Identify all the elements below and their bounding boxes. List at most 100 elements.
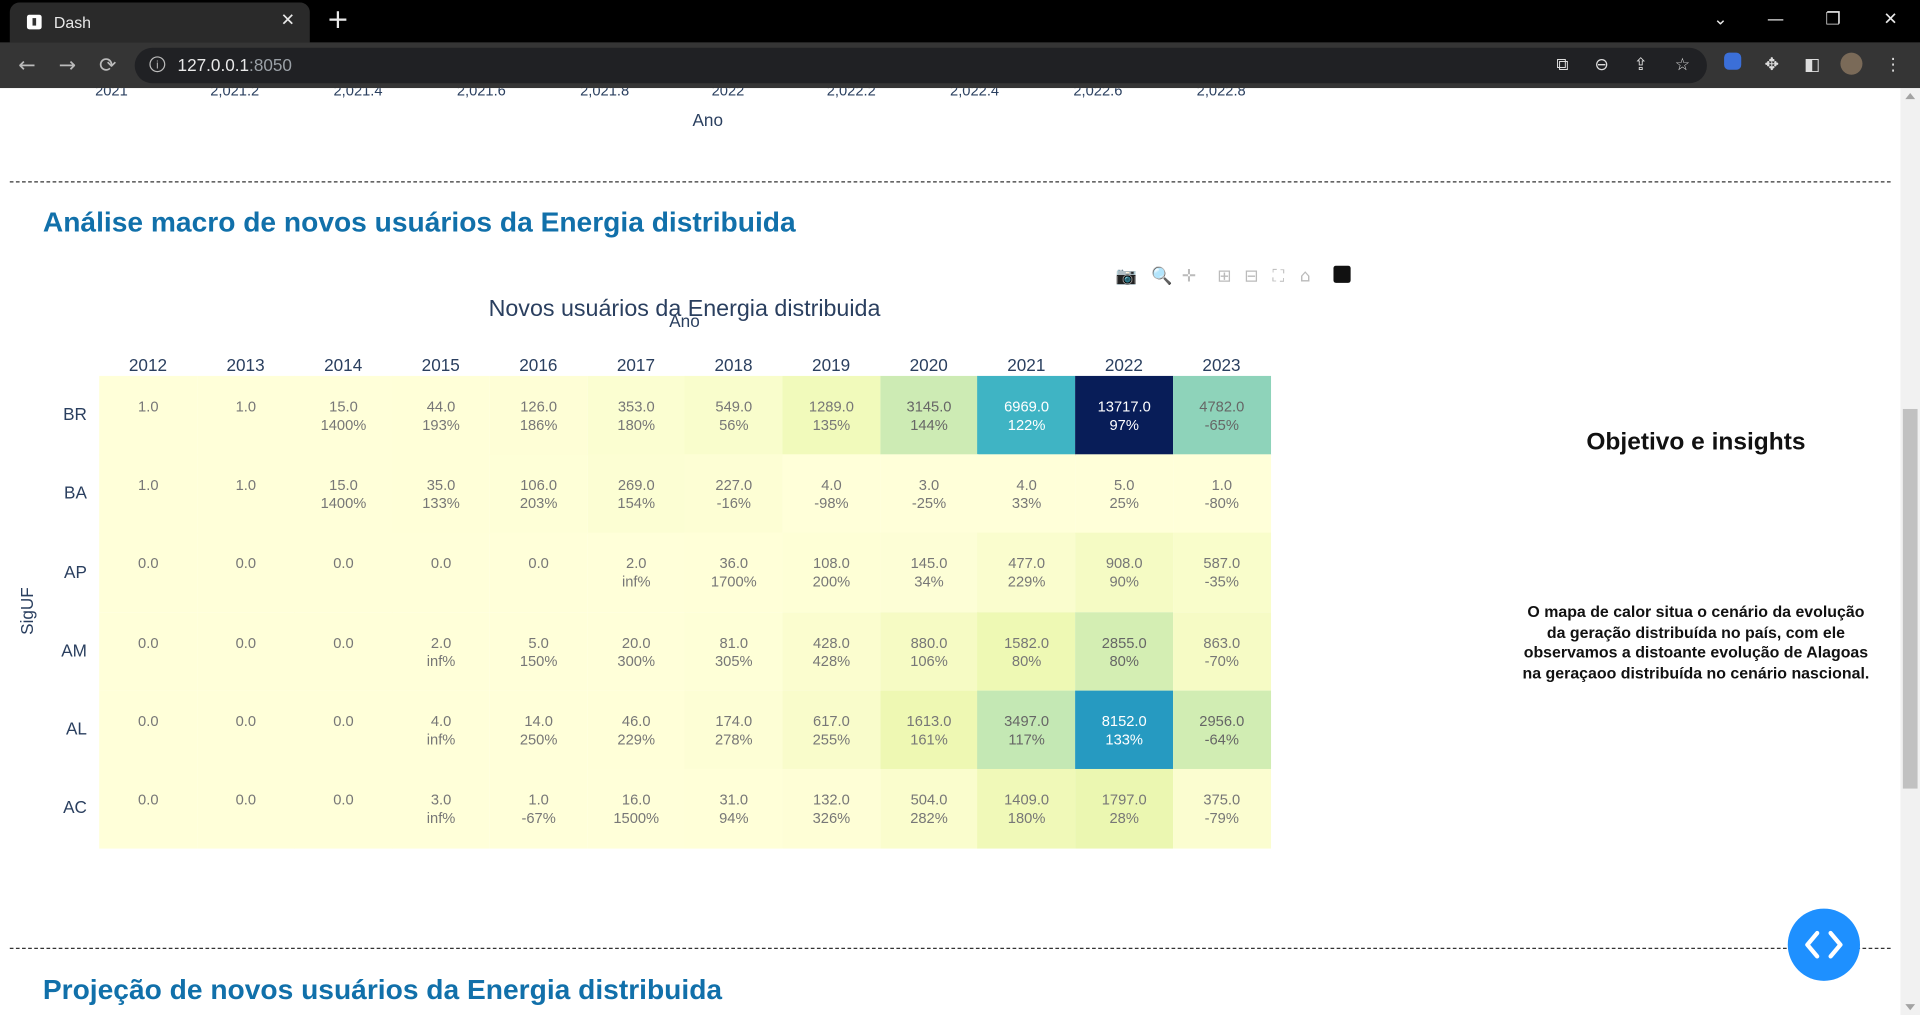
pan-icon[interactable]: ✛ [1178, 266, 1200, 288]
heatmap-cell[interactable]: 3145.0 144% [879, 375, 979, 456]
scrollbar-thumb[interactable] [1902, 408, 1918, 789]
close-window-button[interactable]: ✕ [1872, 5, 1909, 34]
heatmap-cell[interactable]: 353.0 180% [587, 375, 686, 456]
heatmap-cell[interactable]: 106.0 203% [489, 454, 588, 534]
heatmap-cell[interactable]: 4.0 inf% [391, 690, 491, 770]
heatmap-cell[interactable]: 20.0 300% [587, 611, 686, 691]
heatmap-cell[interactable]: 0.0 [294, 611, 393, 691]
zoom-in-icon[interactable]: ⊞ [1213, 266, 1235, 288]
heatmap-cell[interactable]: 0.0 [196, 533, 295, 613]
side-panel-icon[interactable]: ◧ [1800, 53, 1824, 77]
heatmap-cell[interactable]: 81.0 305% [684, 611, 783, 691]
heatmap-cell[interactable]: 1.0 [99, 454, 198, 534]
heatmap-cell[interactable]: 269.0 154% [587, 454, 686, 534]
heatmap-cell[interactable]: 3.0 inf% [391, 768, 491, 849]
heatmap-cell[interactable]: 8152.0 133% [1075, 690, 1174, 770]
heatmap-cell[interactable]: 0.0 [294, 533, 393, 613]
heatmap-cell[interactable]: 46.0 229% [587, 690, 686, 770]
heatmap-cell[interactable]: 0.0 [99, 533, 198, 613]
profile-avatar[interactable] [1839, 52, 1863, 77]
heatmap-cell[interactable]: 617.0 255% [782, 690, 881, 770]
heatmap-cell[interactable]: 880.0 106% [879, 611, 979, 691]
zoom-out-icon[interactable]: ⊟ [1240, 266, 1262, 288]
heatmap-cell[interactable]: 1289.0 135% [782, 375, 881, 456]
heatmap-cell[interactable]: 2956.0 -64% [1172, 690, 1271, 770]
heatmap-cell[interactable]: 1.0 [99, 375, 198, 456]
tab-search-icon[interactable]: ⌄ [1702, 5, 1739, 34]
heatmap-cell[interactable]: 227.0 -16% [684, 454, 783, 534]
reload-icon[interactable]: ⟳ [92, 50, 124, 82]
heatmap-cell[interactable]: 908.0 90% [1075, 533, 1174, 613]
site-info-icon[interactable]: i [149, 56, 166, 73]
heatmap-cell[interactable]: 1797.0 28% [1075, 768, 1174, 849]
heatmap-cell[interactable]: 1409.0 180% [977, 768, 1076, 849]
heatmap-cell[interactable]: 0.0 [99, 611, 198, 691]
heatmap-cell[interactable]: 863.0 -70% [1172, 611, 1271, 691]
heatmap-cell[interactable]: 0.0 [99, 690, 198, 770]
heatmap-cell[interactable]: 1.0 -67% [489, 768, 588, 849]
heatmap-cell[interactable]: 0.0 [99, 768, 198, 849]
heatmap-cell[interactable]: 36.0 1700% [684, 533, 783, 613]
heatmap-cell[interactable]: 0.0 [489, 533, 588, 613]
heatmap-cell[interactable]: 35.0 133% [391, 454, 491, 534]
heatmap-cell[interactable]: 3.0 -25% [879, 454, 979, 534]
heatmap-cell[interactable]: 15.0 1400% [294, 375, 393, 456]
browser-menu-icon[interactable]: ⋮ [1881, 53, 1905, 77]
plotly-logo[interactable] [1331, 265, 1353, 288]
address-bar[interactable]: i 127.0.0.1:8050 ⧉ ⊖ ⇪ ☆ [134, 47, 1707, 84]
tab-close-icon[interactable]: ✕ [276, 9, 300, 33]
zoom-icon[interactable]: 🔍 [1151, 266, 1173, 288]
translate-icon[interactable]: ⧉ [1550, 53, 1574, 77]
browser-tab[interactable]: ▮ Dash ✕ [9, 2, 310, 43]
heatmap-cell[interactable]: 4.0 33% [977, 454, 1076, 534]
page-scrollbar[interactable] [1900, 88, 1920, 1015]
heatmap-cell[interactable]: 6969.0 122% [977, 375, 1076, 456]
heatmap-cell[interactable]: 1613.0 161% [879, 690, 979, 770]
heatmap-cell[interactable]: 0.0 [294, 690, 393, 770]
heatmap-cell[interactable]: 14.0 250% [489, 690, 588, 770]
heatmap-cell[interactable]: 0.0 [391, 533, 491, 613]
heatmap-cell[interactable]: 0.0 [196, 768, 295, 849]
heatmap-cell[interactable]: 16.0 1500% [587, 768, 686, 849]
forward-icon[interactable]: → [51, 50, 83, 82]
share-icon[interactable]: ⇪ [1629, 53, 1653, 77]
heatmap-cell[interactable]: 1582.0 80% [977, 611, 1076, 691]
zoom-out-icon[interactable]: ⊖ [1589, 53, 1613, 77]
autoscale-icon[interactable]: ⛶ [1267, 266, 1289, 288]
camera-icon[interactable]: 📷 [1116, 266, 1138, 288]
heatmap-cell[interactable]: 2.0 inf% [587, 533, 686, 613]
reset-axes-icon[interactable]: ⌂ [1294, 266, 1316, 288]
heatmap-cell[interactable]: 2.0 inf% [391, 611, 491, 691]
heatmap-cell[interactable]: 1.0 [196, 375, 295, 456]
scroll-down-arrow-icon[interactable] [1905, 1004, 1916, 1011]
heatmap-cell[interactable]: 44.0 193% [391, 375, 491, 456]
heatmap-cell[interactable]: 126.0 186% [489, 375, 588, 456]
extensions-puzzle-icon[interactable]: ✥ [1760, 53, 1784, 77]
heatmap-cell[interactable]: 13717.0 97% [1075, 375, 1174, 456]
heatmap-cell[interactable]: 549.0 56% [684, 375, 783, 456]
minimize-button[interactable]: — [1757, 5, 1794, 34]
heatmap-cell[interactable]: 0.0 [196, 690, 295, 770]
restore-button[interactable]: ❐ [1815, 5, 1852, 34]
scroll-up-arrow-icon[interactable] [1905, 93, 1916, 100]
heatmap-cell[interactable]: 3497.0 117% [977, 690, 1076, 770]
heatmap-cell[interactable]: 145.0 34% [879, 533, 979, 613]
heatmap-cell[interactable]: 428.0 428% [782, 611, 881, 691]
heatmap-cell[interactable]: 174.0 278% [684, 690, 783, 770]
heatmap-cell[interactable]: 0.0 [294, 768, 393, 849]
heatmap-cell[interactable]: 4.0 -98% [782, 454, 881, 534]
heatmap-cell[interactable]: 1.0 -80% [1172, 454, 1271, 534]
heatmap-cell[interactable]: 4782.0 -65% [1172, 375, 1271, 456]
heatmap-cell[interactable]: 0.0 [196, 611, 295, 691]
heatmap-cell[interactable]: 2855.0 80% [1075, 611, 1174, 691]
heatmap-cell[interactable]: 477.0 229% [977, 533, 1076, 613]
code-toggle-button[interactable] [1787, 908, 1861, 981]
back-icon[interactable]: ← [11, 50, 43, 82]
heatmap-cell[interactable]: 1.0 [196, 454, 295, 534]
heatmap-cell[interactable]: 5.0 25% [1075, 454, 1174, 534]
heatmap-cell[interactable]: 375.0 -79% [1172, 768, 1271, 849]
heatmap-cell[interactable]: 504.0 282% [879, 768, 979, 849]
new-tab-button[interactable]: + [321, 5, 355, 39]
heatmap-cell[interactable]: 108.0 200% [782, 533, 881, 613]
heatmap-cell[interactable]: 5.0 150% [489, 611, 588, 691]
